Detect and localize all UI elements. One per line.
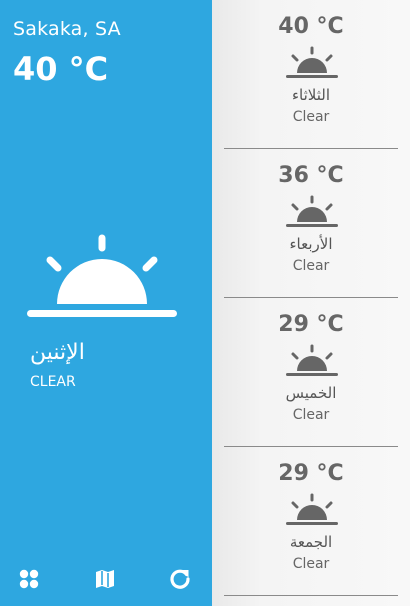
current-temperature: 40 °C <box>13 50 109 88</box>
current-condition: CLEAR <box>30 374 76 390</box>
forecast-day: الثلاثاء <box>291 86 330 104</box>
forecast-condition: Clear <box>292 109 330 125</box>
forecast-card[interactable]: 29 °C الخميس Clear <box>212 298 410 447</box>
bottom-action-bar <box>0 562 212 596</box>
forecast-day: الأربعاء <box>289 235 333 253</box>
sunrise-icon <box>286 195 338 227</box>
forecast-card[interactable]: 40 °C الثلاثاء Clear <box>212 0 410 149</box>
forecast-condition: Clear <box>292 407 330 423</box>
forecast-condition: Clear <box>292 258 330 274</box>
sunrise-icon <box>286 46 338 78</box>
refresh-icon <box>170 569 190 589</box>
map-button[interactable] <box>88 562 122 596</box>
forecast-card[interactable]: 36 °C الأربعاء Clear <box>212 149 410 298</box>
location-label: Sakaka, SA <box>13 18 121 40</box>
weather-screen: Sakaka, SA 40 °C الإثنين CLEAR 40 °C الث… <box>0 0 410 606</box>
current-weather-panel: Sakaka, SA 40 °C الإثنين CLEAR <box>0 0 212 606</box>
forecast-temperature: 36 °C <box>278 163 344 188</box>
forecast-day: الخميس <box>285 384 337 402</box>
sunrise-icon <box>286 344 338 376</box>
forecast-temperature: 40 °C <box>278 14 344 39</box>
current-day-name: الإثنين <box>30 340 85 365</box>
sunrise-icon <box>286 493 338 525</box>
forecast-temperature: 29 °C <box>278 461 344 486</box>
forecast-list: 40 °C الثلاثاء Clear 36 °C الأربعاء Clea… <box>212 0 410 606</box>
sunrise-icon <box>27 234 177 317</box>
forecast-condition: Clear <box>292 556 330 572</box>
map-icon <box>96 570 114 588</box>
forecast-day: الجمعة <box>289 533 333 551</box>
forecast-card[interactable]: 29 °C الجمعة Clear <box>212 447 410 596</box>
divider <box>224 595 398 596</box>
grid-apps-icon <box>19 569 39 589</box>
grid-apps-button[interactable] <box>12 562 46 596</box>
refresh-button[interactable] <box>163 562 197 596</box>
forecast-temperature: 29 °C <box>278 312 344 337</box>
